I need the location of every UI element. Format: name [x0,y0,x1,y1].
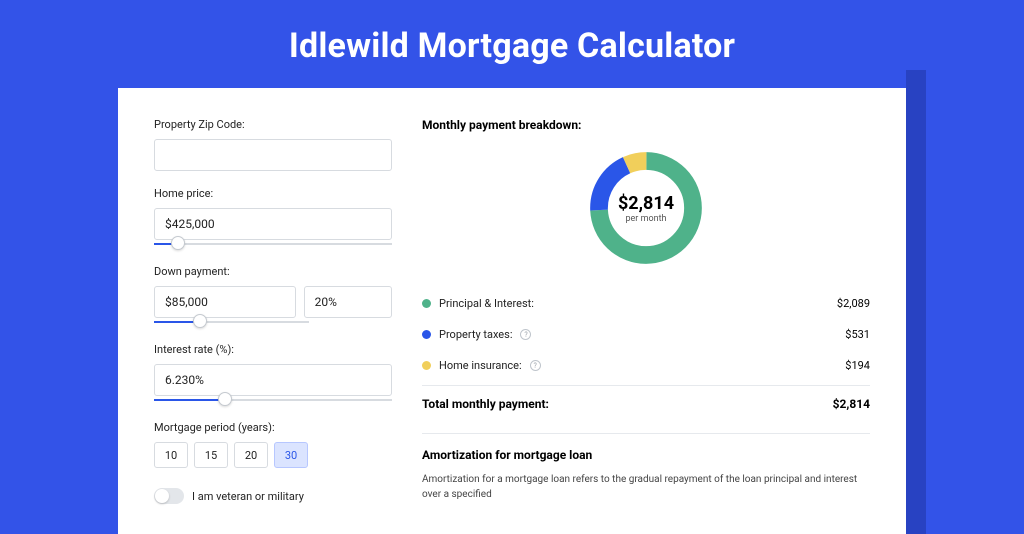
form-panel: Property Zip Code: Home price: Down paym… [154,118,392,504]
interest-block: Interest rate (%): [154,343,392,405]
period-options: 10 15 20 30 [154,442,392,468]
legend-label: Property taxes: [439,328,512,341]
down-payment-label: Down payment: [154,265,392,278]
down-payment-block: Down payment: [154,265,392,327]
zip-field-block: Property Zip Code: [154,118,392,171]
slider-thumb[interactable] [171,236,185,250]
interest-slider[interactable] [154,395,392,405]
period-label: Mortgage period (years): [154,421,392,434]
home-price-input[interactable] [154,208,392,240]
legend-dot-icon [422,299,431,308]
veteran-label: I am veteran or military [192,490,304,503]
period-btn-30[interactable]: 30 [274,442,308,468]
legend-row-taxes: Property taxes: ? $531 [422,319,870,350]
total-value: $2,814 [833,397,870,411]
toggle-knob [155,489,169,503]
home-price-slider[interactable] [154,239,392,249]
breakdown-panel: Monthly payment breakdown: $2,814 per mo… [422,118,870,504]
donut-amount: $2,814 [618,193,674,214]
section-divider [422,433,870,434]
legend-dot-icon [422,361,431,370]
period-btn-10[interactable]: 10 [154,442,188,468]
slider-thumb[interactable] [193,314,207,328]
amortization-title: Amortization for mortgage loan [422,448,870,462]
info-icon[interactable]: ? [530,360,541,371]
home-price-block: Home price: [154,187,392,249]
period-btn-20[interactable]: 20 [234,442,268,468]
legend-value: $194 [845,359,870,372]
veteran-toggle[interactable] [154,488,184,504]
legend-row-insurance: Home insurance: ? $194 [422,350,870,381]
legend-label: Principal & Interest: [439,297,534,310]
donut-chart: $2,814 per month [584,146,708,270]
veteran-toggle-row: I am veteran or military [154,488,392,504]
zip-label: Property Zip Code: [154,118,392,131]
period-block: Mortgage period (years): 10 15 20 30 [154,421,392,468]
amortization-text: Amortization for a mortgage loan refers … [422,472,870,502]
calculator-card: Property Zip Code: Home price: Down paym… [118,88,906,534]
total-row: Total monthly payment: $2,814 [422,385,870,411]
down-payment-slider[interactable] [154,317,309,327]
donut-chart-wrap: $2,814 per month [422,146,870,270]
info-icon[interactable]: ? [520,329,531,340]
slider-thumb[interactable] [218,392,232,406]
interest-input[interactable] [154,364,392,396]
down-payment-input[interactable] [154,286,296,318]
donut-center: $2,814 per month [584,146,708,270]
down-payment-pct-input[interactable] [304,286,392,318]
legend-dot-icon [422,330,431,339]
legend-row-principal: Principal & Interest: $2,089 [422,288,870,319]
interest-label: Interest rate (%): [154,343,392,356]
home-price-label: Home price: [154,187,392,200]
legend-value: $2,089 [837,297,870,310]
legend-value: $531 [845,328,870,341]
breakdown-title: Monthly payment breakdown: [422,118,870,132]
page-title: Idlewild Mortgage Calculator [0,0,1024,88]
period-btn-15[interactable]: 15 [194,442,228,468]
donut-per: per month [625,214,666,224]
zip-input[interactable] [154,139,392,171]
legend-label: Home insurance: [439,359,522,372]
total-label: Total monthly payment: [422,397,549,411]
card-shadow [906,70,926,534]
